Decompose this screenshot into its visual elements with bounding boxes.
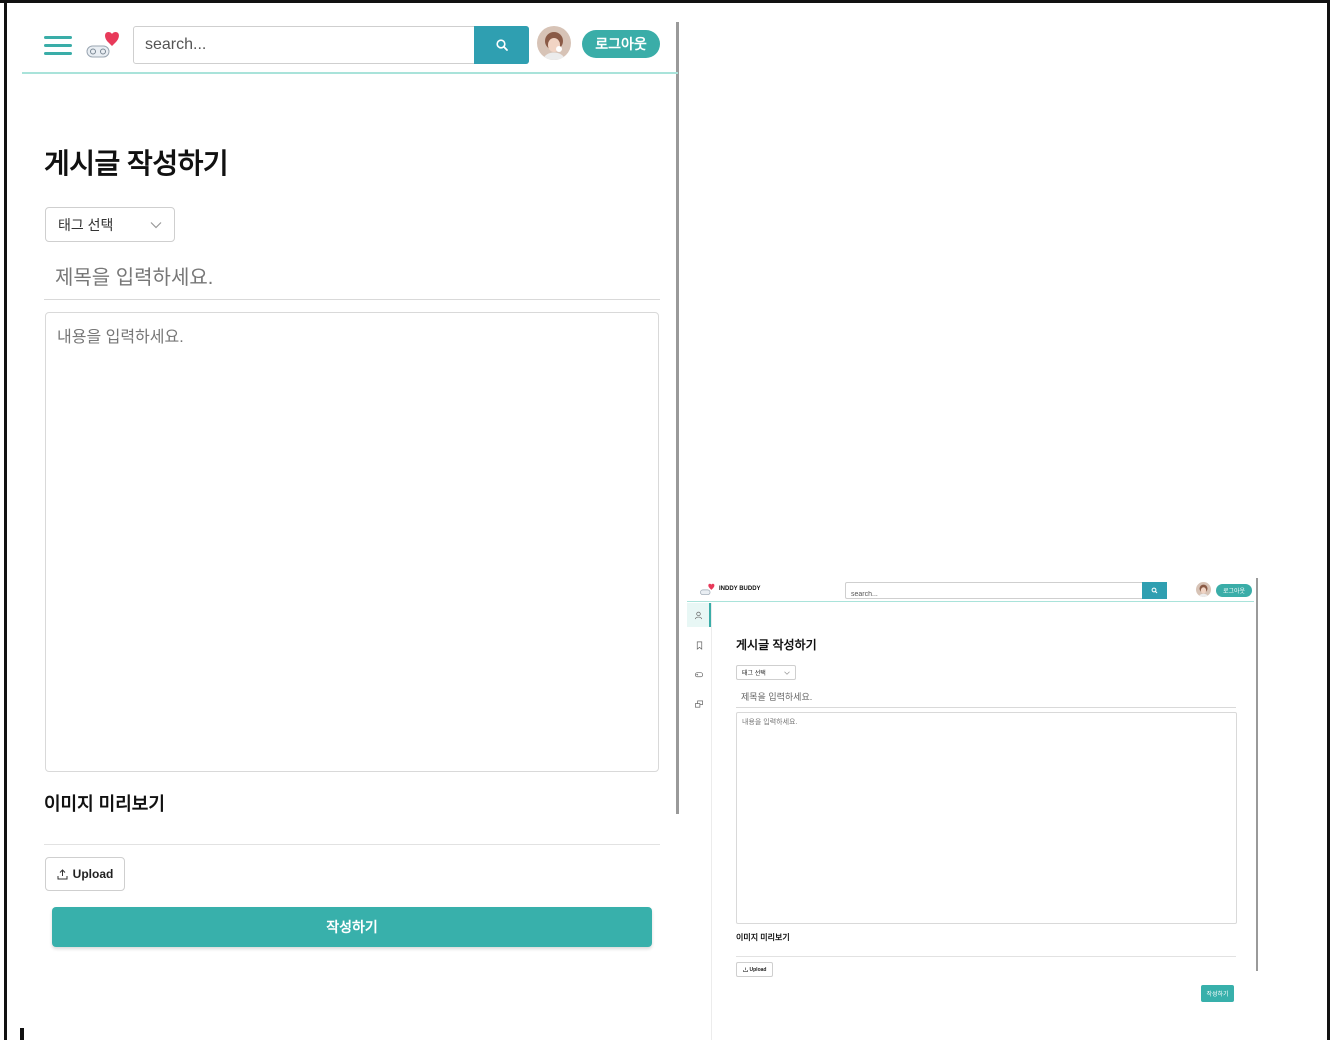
gamepad-icon (695, 671, 703, 677)
tag-select-value: 태그 선택 (742, 671, 766, 677)
submit-button[interactable]: 작성하기 (52, 907, 652, 947)
divider (736, 956, 1236, 957)
search-icon (1151, 587, 1158, 594)
search-button[interactable] (1142, 582, 1167, 599)
header: 로그아웃 (22, 20, 678, 74)
upload-button[interactable]: Upload (736, 962, 773, 977)
search-icon (495, 39, 508, 51)
tag-select-value: 태그 선택 (58, 216, 114, 233)
logo-icon[interactable] (699, 582, 715, 596)
content-input[interactable] (45, 312, 659, 772)
page-title: 게시글 작성하기 (44, 148, 229, 179)
logo-icon[interactable] (84, 28, 120, 60)
image-preview-heading: 이미지 미리보기 (736, 933, 790, 942)
avatar[interactable] (537, 26, 571, 60)
scrollbar[interactable] (676, 22, 679, 814)
hamburger-menu-icon[interactable] (44, 36, 72, 56)
logout-button[interactable]: 로그아웃 (1216, 584, 1252, 597)
upload-label: Upload (749, 966, 767, 973)
upload-label: Upload (72, 867, 114, 881)
header: INDDY BUDDY 로그아웃 (687, 578, 1254, 602)
sidebar-item-profile[interactable] (687, 603, 711, 627)
search-button[interactable] (474, 26, 529, 64)
sidebar (687, 603, 712, 1040)
search-box (133, 26, 529, 64)
submit-button[interactable]: 작성하기 (1201, 985, 1234, 1002)
chevron-down-icon (150, 221, 162, 228)
chat-icon (695, 700, 703, 708)
upload-button[interactable]: Upload (45, 857, 125, 891)
mobile-view: 로그아웃 게시글 작성하기 태그 선택 이미지 미리보기 Upload 작성하기 (22, 20, 682, 1040)
content-input[interactable] (736, 712, 1237, 924)
title-input[interactable] (736, 686, 1236, 708)
image-preview-heading: 이미지 미리보기 (44, 794, 165, 814)
scrollbar[interactable] (1256, 578, 1258, 971)
user-icon (694, 611, 702, 619)
avatar[interactable] (1196, 582, 1211, 597)
sidebar-item-bookmark[interactable] (687, 633, 711, 657)
desktop-view: INDDY BUDDY 로그아웃 (687, 578, 1262, 1040)
bookmark-icon (696, 641, 702, 650)
chevron-down-icon (784, 670, 790, 675)
sidebar-item-chat[interactable] (687, 692, 711, 716)
search-input[interactable] (846, 587, 1136, 602)
page-title: 게시글 작성하기 (736, 638, 817, 652)
divider (44, 844, 660, 845)
title-input[interactable] (44, 258, 660, 300)
frame-border (4, 0, 7, 1040)
frame-border (0, 0, 1330, 3)
sidebar-item-games[interactable] (687, 662, 711, 686)
brand-name: INDDY BUDDY (719, 586, 761, 592)
tag-select[interactable]: 태그 선택 (45, 207, 175, 242)
upload-icon (742, 967, 748, 972)
search-box (845, 582, 1167, 602)
logout-button[interactable]: 로그아웃 (582, 30, 660, 58)
upload-icon (57, 868, 68, 879)
search-input[interactable] (134, 27, 464, 63)
tag-select[interactable]: 태그 선택 (736, 665, 796, 680)
